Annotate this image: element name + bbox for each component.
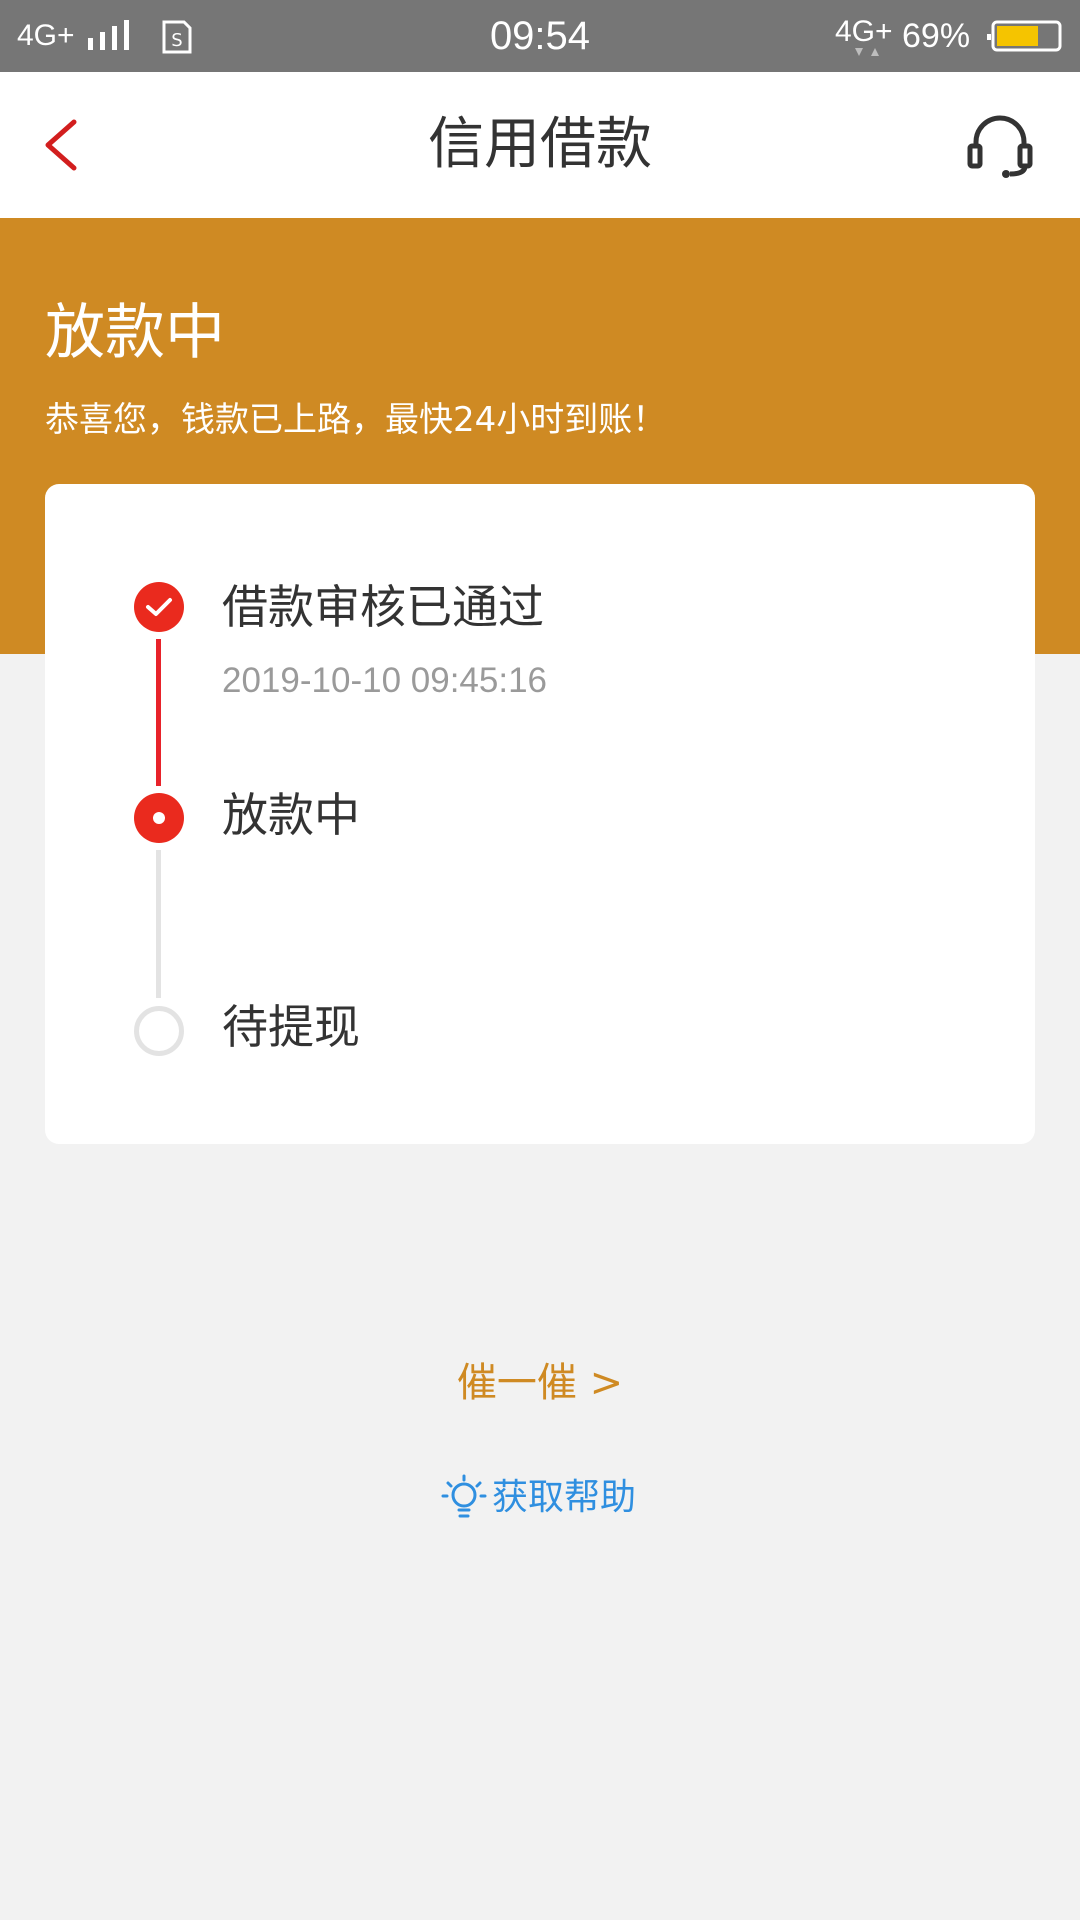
timeline-line-pending [156,850,161,998]
step-pending-circle-icon [134,1006,184,1056]
status-bar: 4G+ S 09:54 4G+ 69% [0,0,1080,72]
step-title: 放款中 [222,788,360,842]
data-activity-icon [855,48,879,56]
progress-card: 借款审核已通过 2019-10-10 09:45:16 放款中 待提现 [45,484,1035,1144]
urge-button[interactable]: 催一催 > [0,1358,1080,1408]
nav-bar: 信用借款 [0,72,1080,218]
status-message: 恭喜您，钱款已上路，最快24小时到账！ [45,400,667,440]
get-help-link[interactable]: 获取帮助 [440,1473,636,1523]
step-title: 待提现 [222,1000,360,1054]
customer-service-button[interactable] [966,114,1034,180]
status-title: 放款中 [45,298,225,368]
step-active-dot-icon [134,793,184,843]
get-help-label: 获取帮助 [492,1477,637,1518]
step-title: 借款审核已通过 [222,580,544,634]
lightbulb-icon [441,1474,487,1518]
step-done-check-icon [134,582,184,632]
headset-icon [967,115,1033,178]
checkmark-icon [146,598,172,616]
battery-icon [987,20,1062,52]
battery-percent: 69% [902,17,971,55]
timeline-line-completed [156,639,161,786]
page-title: 信用借款 [428,112,652,177]
step-timestamp: 2019-10-10 09:45:16 [222,661,547,700]
screen: 4G+ S 09:54 4G+ 69% 信用借款 放款中 恭喜您，钱款已上路，最… [0,0,1080,1920]
